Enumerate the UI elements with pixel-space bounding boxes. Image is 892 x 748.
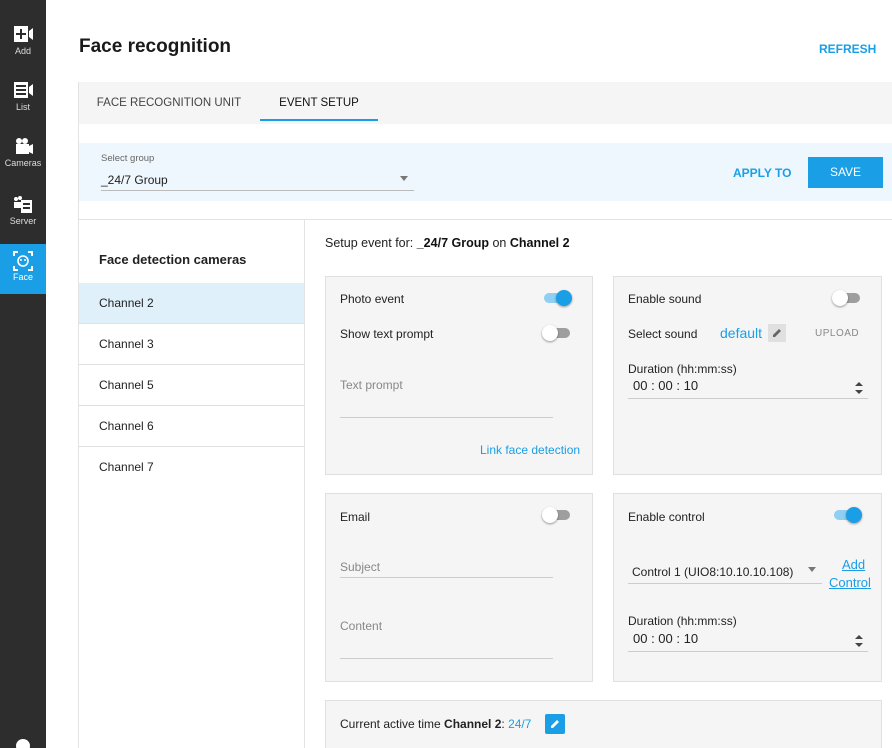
setup-on-text: on: [488, 236, 510, 250]
tab-bar: FACE RECOGNITION UNIT EVENT SETUP: [79, 82, 892, 124]
sidebar-item-label: Add: [14, 46, 31, 56]
enable-control-label: Enable control: [628, 510, 705, 524]
email-toggle[interactable]: [542, 507, 572, 523]
control-duration-input[interactable]: 00 : 00 : 10: [633, 631, 698, 646]
chevron-down-icon[interactable]: [400, 176, 408, 181]
active-time-value: 24/7: [508, 717, 532, 731]
add-control-link-line2[interactable]: Control: [829, 575, 871, 590]
select-group-dropdown[interactable]: _24/7 Group: [101, 173, 168, 187]
chevron-down-icon[interactable]: [808, 567, 816, 572]
camera-item-channel-3[interactable]: Channel 3: [79, 324, 304, 365]
selected-sound[interactable]: default: [720, 325, 762, 341]
divider: [79, 219, 892, 220]
help-icon[interactable]: [15, 738, 31, 748]
email-content-input[interactable]: Content: [340, 619, 382, 633]
tab-event-setup[interactable]: EVENT SETUP: [260, 82, 378, 124]
email-label: Email: [340, 510, 371, 524]
control-dropdown[interactable]: Control 1 (UIO8:10.10.10.108): [632, 565, 793, 579]
control-duration-underline: [628, 651, 868, 652]
active-time-channel: Channel 2: [444, 717, 502, 731]
setup-prefix: Setup event for:: [325, 236, 417, 250]
sidebar-item-face[interactable]: Face: [0, 244, 46, 294]
add-control-link-line1[interactable]: Add: [842, 557, 865, 572]
refresh-button[interactable]: REFRESH: [819, 42, 876, 56]
sidebar: Add List Cameras Server Face: [0, 0, 46, 748]
sound-duration-input[interactable]: 00 : 00 : 10: [633, 378, 698, 393]
tab-face-recognition-unit[interactable]: FACE RECOGNITION UNIT: [79, 82, 259, 124]
sound-duration-underline: [628, 398, 868, 399]
text-prompt-underline: [340, 417, 553, 418]
sidebar-item-server[interactable]: Server: [0, 188, 46, 238]
active-time-text: Current active time Channel 2: 24/7: [340, 717, 531, 731]
control-dropdown-underline: [628, 583, 822, 584]
setup-channel-name: Channel 2: [509, 236, 570, 250]
edit-active-time-button[interactable]: [545, 714, 565, 734]
active-time-prefix: Current active time: [340, 717, 445, 731]
sidebar-item-label: Cameras: [4, 158, 42, 168]
pencil-icon: [773, 329, 781, 337]
cameras-icon: [16, 138, 33, 154]
apply-to-button[interactable]: APPLY TO: [733, 166, 791, 180]
setup-event-heading: Setup event for: _24/7 Group on Channel …: [325, 236, 570, 250]
sidebar-item-add[interactable]: Add: [0, 18, 46, 68]
enable-sound-label: Enable sound: [628, 292, 702, 306]
sidebar-item-label: List: [15, 102, 30, 112]
pencil-icon: [551, 720, 559, 728]
sound-duration-stepper-icon[interactable]: [855, 382, 863, 394]
control-duration-stepper-icon[interactable]: [855, 635, 863, 647]
show-text-prompt-label: Show text prompt: [340, 327, 434, 341]
enable-control-toggle[interactable]: [832, 507, 862, 523]
show-text-prompt-toggle[interactable]: [542, 325, 572, 341]
email-subject-underline: [340, 577, 553, 578]
face-icon: [13, 251, 33, 271]
camera-item-channel-5[interactable]: Channel 5: [79, 365, 304, 406]
photo-event-toggle[interactable]: [542, 290, 572, 306]
camera-list-border: [304, 220, 305, 748]
sidebar-item-label: Face: [12, 272, 33, 282]
select-sound-label: Select sound: [628, 327, 698, 341]
save-button[interactable]: SAVE: [808, 157, 883, 188]
camera-item-channel-6[interactable]: Channel 6: [79, 406, 304, 447]
sidebar-item-label: Server: [9, 216, 37, 226]
email-subject-input[interactable]: Subject: [340, 560, 380, 574]
text-prompt-input[interactable]: Text prompt: [340, 378, 403, 392]
active-tab-indicator: [260, 119, 378, 121]
camera-item-channel-2[interactable]: Channel 2: [79, 283, 304, 324]
sidebar-item-list[interactable]: List: [0, 74, 46, 124]
server-icon: [14, 196, 32, 213]
camera-item-channel-7[interactable]: Channel 7: [79, 447, 304, 488]
list-icon: [14, 82, 33, 98]
cameras-list-title: Face detection cameras: [99, 252, 247, 267]
page-title: Face recognition: [79, 36, 232, 57]
photo-event-label: Photo event: [340, 292, 405, 306]
upload-button[interactable]: UPLOAD: [815, 328, 859, 339]
sidebar-item-cameras[interactable]: Cameras: [0, 130, 46, 180]
setup-group-name: _24/7 Group: [416, 236, 489, 250]
link-face-detection[interactable]: Link face detection: [480, 443, 580, 457]
edit-sound-button[interactable]: [768, 324, 786, 342]
select-group-underline: [101, 190, 414, 191]
enable-sound-toggle[interactable]: [832, 290, 862, 306]
email-content-underline: [340, 658, 553, 659]
control-duration-label: Duration (hh:mm:ss): [628, 614, 737, 628]
add-camera-icon: [14, 26, 33, 42]
sound-duration-label: Duration (hh:mm:ss): [628, 362, 737, 376]
select-group-label: Select group: [101, 153, 155, 164]
